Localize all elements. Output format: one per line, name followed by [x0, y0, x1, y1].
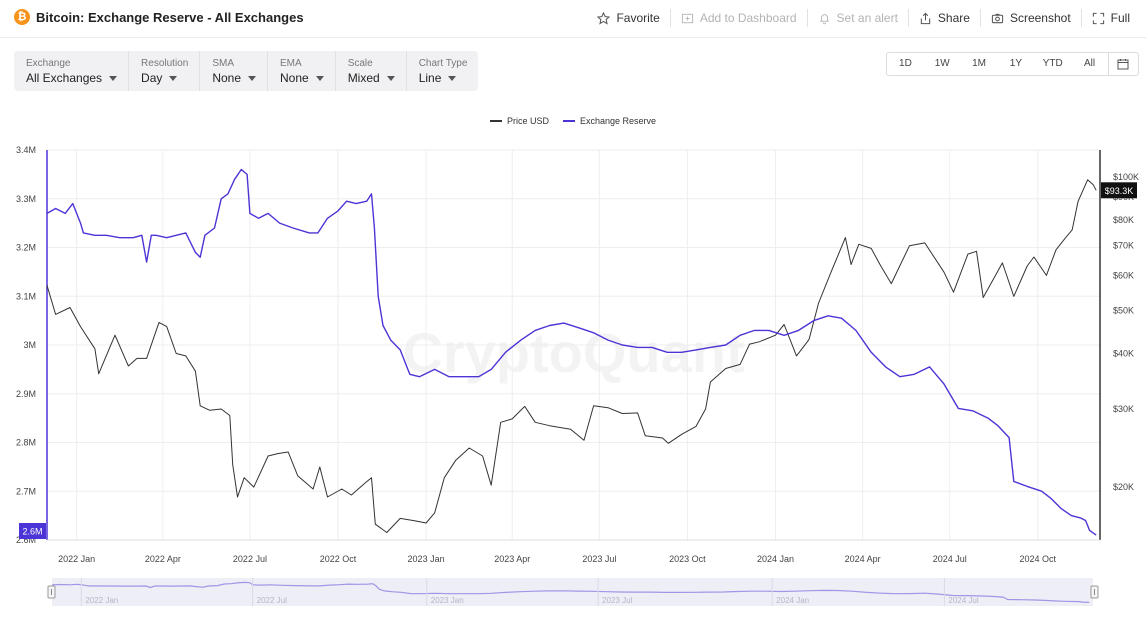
- y-right-tick-label: $20K: [1113, 482, 1134, 492]
- x-tick-label: 2024 Apr: [845, 554, 881, 564]
- navigator-tick-label: 2024 Jul: [948, 596, 978, 605]
- y-right-tick-label: $80K: [1113, 215, 1134, 225]
- y-left-tick-label: 2.8M: [16, 438, 36, 448]
- x-tick-label: 2023 Oct: [669, 554, 706, 564]
- y-right-tick-label: $50K: [1113, 306, 1134, 316]
- y-left-tick-label: 3.2M: [16, 243, 36, 253]
- y-right-tick-label: $100K: [1113, 172, 1139, 182]
- y-left-tick-label: 3.1M: [16, 291, 36, 301]
- y-right-tick-label: $40K: [1113, 349, 1134, 359]
- y-right-tick-label: $30K: [1113, 404, 1134, 414]
- x-tick-label: 2024 Jul: [933, 554, 967, 564]
- x-tick-label: 2024 Jan: [757, 554, 794, 564]
- y-left-tick-label: 3.3M: [16, 194, 36, 204]
- chart-canvas[interactable]: CryptoQuant 3.4M 3.3M 3.2M 3.1M 3M 2.9M 2.8M 2.7…: [0, 0, 1146, 625]
- navigator-tick-label: 2022 Jul: [257, 596, 287, 605]
- y-left-tick-label: 2.9M: [16, 389, 36, 399]
- navigator-tick-label: 2023 Jul: [602, 596, 632, 605]
- navigator-tick-label: 2022 Jan: [85, 596, 118, 605]
- navigator-track[interactable]: [52, 578, 1093, 606]
- y-right-tick-label: $60K: [1113, 270, 1134, 280]
- x-tick-label: 2022 Jul: [233, 554, 267, 564]
- y-left-tick-label: 3.4M: [16, 145, 36, 155]
- x-tick-label: 2023 Jan: [408, 554, 445, 564]
- x-tick-label: 2024 Oct: [1020, 554, 1057, 564]
- navigator-tick-label: 2024 Jan: [776, 596, 809, 605]
- x-tick-label: 2022 Jan: [58, 554, 95, 564]
- x-tick-label: 2023 Apr: [494, 554, 530, 564]
- y-left-tick-label: 2.7M: [16, 486, 36, 496]
- x-tick-label: 2022 Oct: [320, 554, 357, 564]
- current-price-label: $93.3K: [1105, 186, 1134, 196]
- x-tick-label: 2022 Apr: [145, 554, 181, 564]
- x-tick-label: 2023 Jul: [582, 554, 616, 564]
- y-right-tick-label: $70K: [1113, 241, 1134, 251]
- y-left-tick-label: 3M: [23, 340, 36, 350]
- navigator-tick-label: 2023 Jan: [431, 596, 464, 605]
- current-reserve-label: 2.6M: [22, 527, 42, 537]
- watermark-text: CryptoQuant: [402, 321, 744, 384]
